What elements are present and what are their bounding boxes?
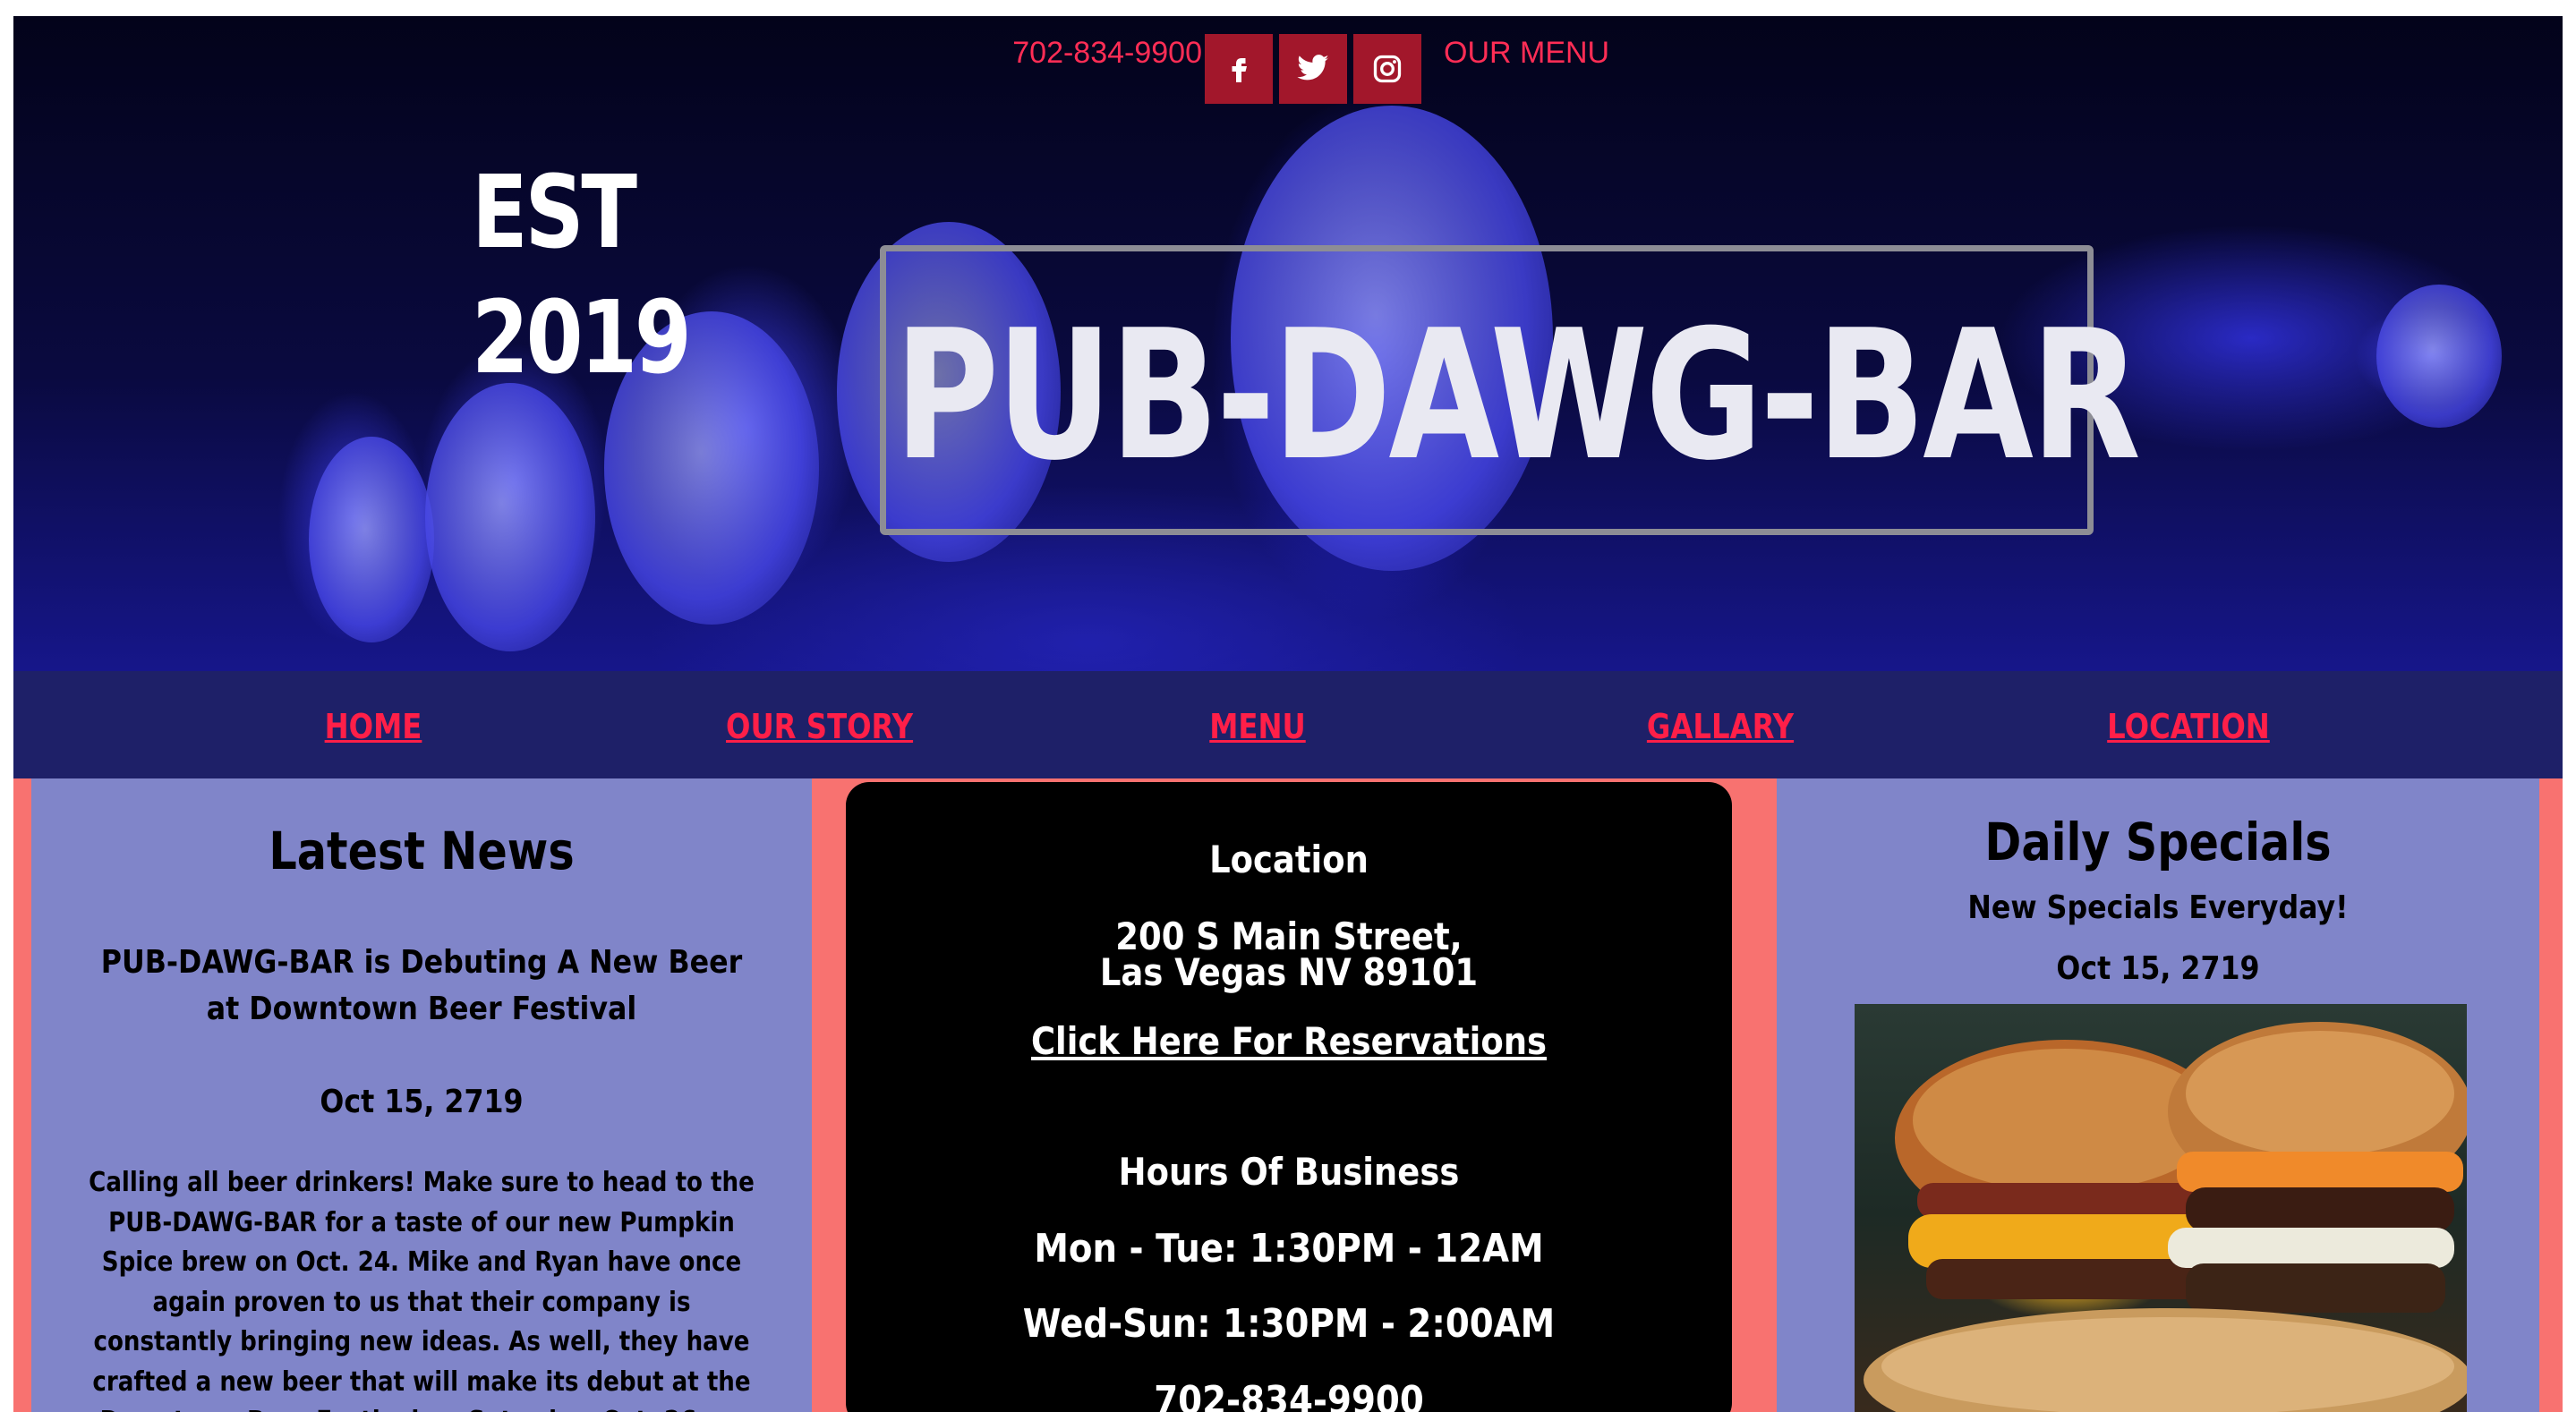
nav-location[interactable]: LOCATION [2094, 707, 2284, 746]
page: 702-834-9900 OUR MENU EST 2019 PUB-DAWG-… [13, 16, 2563, 1412]
nav-gallary[interactable]: GALLARY [1641, 707, 1801, 746]
location-phone: 702-834-9900 [1154, 1378, 1424, 1412]
hours-mon-tue: Mon - Tue: 1:30PM - 12AM [1034, 1226, 1544, 1272]
established-year: EST 2019 [472, 155, 692, 396]
specials-subheading: New Specials Everyday! [1967, 889, 2349, 926]
reservations-link[interactable]: Click Here For Reservations [899, 1018, 1678, 1065]
location-panel: Location 200 S Main Street, Las Vegas NV… [846, 782, 1732, 1412]
beer-tap-image [309, 437, 434, 642]
news-headline: PUB-DAWG-BAR is Debuting A New Beer at D… [100, 944, 743, 1027]
hours-heading: Hours Of Business [1118, 1150, 1460, 1194]
specials-heading: Daily Specials [1984, 812, 2332, 872]
address-line-2: Las Vegas NV 89101 [1099, 950, 1479, 994]
facebook-icon[interactable] [1205, 34, 1273, 104]
nav-menu[interactable]: MENU [1197, 707, 1318, 746]
instagram-icon[interactable] [1353, 34, 1421, 104]
beer-tap-image [425, 383, 595, 651]
news-body: Calling all beer drinkers! Make sure to … [89, 1167, 755, 1412]
beer-tap-image [2376, 285, 2502, 428]
latest-news-panel: Latest News PUB-DAWG-BAR is Debuting A N… [31, 778, 812, 1412]
nav-home[interactable]: HOME [312, 707, 434, 746]
location-heading: Location [1209, 838, 1369, 881]
burger-photo [1855, 1004, 2467, 1412]
our-menu-link[interactable]: OUR MENU [1444, 34, 1641, 72]
hours-wed-sun: Wed-Sun: 1:30PM - 2:00AM [1022, 1301, 1556, 1347]
hero-banner: 702-834-9900 OUR MENU EST 2019 PUB-DAWG-… [13, 16, 2563, 671]
header-phone-number: 702-834-9900 [1012, 36, 1202, 70]
nav-our-story[interactable]: OUR STORY [726, 707, 913, 746]
news-date: Oct 15, 2719 [320, 1084, 524, 1120]
main-nav: HOME OUR STORY MENU GALLARY LOCATION [13, 671, 2563, 778]
news-heading: Latest News [269, 821, 575, 881]
site-title: PUB-DAWG-BAR [894, 292, 2141, 500]
twitter-icon[interactable] [1279, 34, 1347, 104]
specials-date: Oct 15, 2719 [2056, 950, 2260, 987]
